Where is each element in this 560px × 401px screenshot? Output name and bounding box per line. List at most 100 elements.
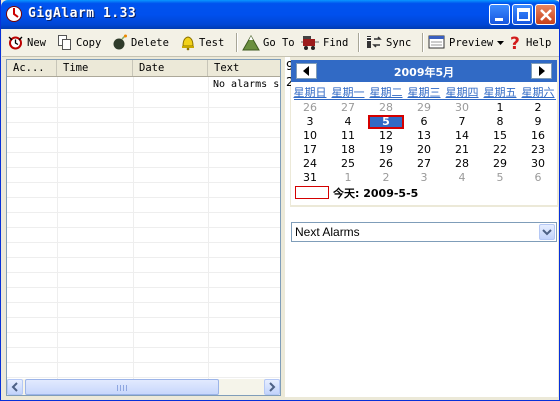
weekday-header: 星期六 bbox=[521, 86, 555, 99]
help-button[interactable]: ? Help bbox=[509, 32, 551, 53]
calendar-day[interactable]: 15 bbox=[481, 129, 519, 143]
copy-button[interactable]: Copy bbox=[57, 32, 101, 53]
grid-line bbox=[7, 137, 280, 138]
calendar-day[interactable]: 28 bbox=[367, 101, 405, 115]
calendar-day[interactable]: 22 bbox=[481, 143, 519, 157]
svg-text:?: ? bbox=[510, 34, 520, 51]
scroll-left-button[interactable] bbox=[7, 379, 23, 395]
column-header-date[interactable]: Date bbox=[133, 60, 208, 76]
dropdown-arrow-icon[interactable] bbox=[496, 34, 505, 51]
weekday-divider bbox=[294, 99, 556, 100]
calendar-day[interactable]: 8 bbox=[481, 115, 519, 129]
month-calendar[interactable]: 2009年5月 星期日 星期一 星期二 星期三 星期四 星期五 星期六 26 27 28 29 30… bbox=[291, 60, 557, 205]
grid-line bbox=[7, 287, 280, 288]
today-label[interactable]: 今天: 2009-5-5 bbox=[333, 185, 418, 201]
column-header-text[interactable]: Text bbox=[208, 60, 280, 76]
calendar-day[interactable]: 21 bbox=[443, 143, 481, 157]
next-month-button[interactable] bbox=[531, 63, 552, 79]
weekday-header: 星期三 bbox=[407, 86, 441, 99]
weekday-header: 星期二 bbox=[369, 86, 403, 99]
copy-label: Copy bbox=[76, 36, 102, 49]
calendar-day[interactable]: 24 bbox=[291, 157, 329, 171]
calendar-day[interactable]: 18 bbox=[329, 143, 367, 157]
help-label: Help bbox=[526, 36, 552, 49]
next-alarms-dropdown[interactable]: Next Alarms bbox=[291, 222, 557, 242]
calendar-day[interactable]: 13 bbox=[405, 129, 443, 143]
minimize-button[interactable] bbox=[489, 4, 510, 25]
calendar-day[interactable]: 14 bbox=[443, 129, 481, 143]
goto-button[interactable]: Go To bbox=[242, 32, 295, 53]
calendar-day[interactable]: 30 bbox=[519, 157, 557, 171]
app-window: GigAlarm 1.33 New Copy Delete Test Go To… bbox=[0, 0, 560, 401]
calendar-day[interactable]: 5 bbox=[481, 171, 519, 185]
calendar-day[interactable]: 6 bbox=[405, 115, 443, 129]
column-header-time[interactable]: Time bbox=[57, 60, 133, 76]
toolbar-separator bbox=[422, 33, 424, 52]
grid-line bbox=[7, 197, 280, 198]
calendar-day[interactable]: 9 bbox=[519, 115, 557, 129]
toolbar-separator bbox=[236, 33, 238, 52]
scroll-thumb[interactable] bbox=[25, 379, 219, 395]
calendar-day[interactable]: 23 bbox=[519, 143, 557, 157]
calendar-header: 2009年5月 bbox=[291, 60, 557, 82]
find-button[interactable]: Find bbox=[300, 32, 348, 53]
column-header-active[interactable]: Ac... bbox=[7, 60, 57, 76]
sync-label: Sync bbox=[386, 36, 412, 49]
title-bar[interactable]: GigAlarm 1.33 bbox=[1, 0, 559, 29]
calendar-day-selected[interactable]: 5 bbox=[368, 115, 404, 129]
calendar-day[interactable]: 26 bbox=[367, 157, 405, 171]
calendar-day[interactable]: 20 bbox=[405, 143, 443, 157]
new-button[interactable]: New bbox=[7, 32, 46, 53]
scroll-right-button[interactable] bbox=[264, 379, 280, 395]
chevron-down-icon[interactable] bbox=[539, 224, 555, 240]
calendar-day[interactable]: 2 bbox=[519, 101, 557, 115]
calendar-day[interactable]: 10 bbox=[291, 129, 329, 143]
calendar-day[interactable]: 12 bbox=[367, 129, 405, 143]
calendar-day[interactable]: 16 bbox=[519, 129, 557, 143]
calendar-day[interactable]: 3 bbox=[291, 115, 329, 129]
grid-line bbox=[7, 332, 280, 333]
close-button[interactable] bbox=[535, 4, 556, 25]
alarms-list[interactable]: Ac... Time Date Text No alarms s bbox=[6, 59, 281, 396]
month-label: 2009年5月 bbox=[393, 66, 455, 79]
calendar-day[interactable]: 27 bbox=[405, 157, 443, 171]
calendar-day[interactable]: 7 bbox=[443, 115, 481, 129]
calendar-day[interactable]: 1 bbox=[481, 101, 519, 115]
calendar-day[interactable]: 25 bbox=[329, 157, 367, 171]
calendar-day[interactable]: 4 bbox=[329, 115, 367, 129]
grid-line bbox=[7, 257, 280, 258]
new-alarm-icon bbox=[8, 36, 23, 50]
calendar-day[interactable]: 6 bbox=[519, 171, 557, 185]
calendar-day[interactable]: 3 bbox=[405, 171, 443, 185]
app-clock-icon bbox=[6, 6, 22, 22]
new-label: New bbox=[27, 36, 46, 49]
prev-month-button[interactable] bbox=[296, 63, 317, 79]
calendar-day[interactable]: 29 bbox=[481, 157, 519, 171]
calendar-day[interactable]: 27 bbox=[329, 101, 367, 115]
test-button[interactable]: Test bbox=[180, 32, 224, 53]
calendar-day[interactable]: 31 bbox=[291, 171, 329, 185]
grid-line bbox=[7, 167, 280, 168]
sync-icon bbox=[367, 36, 382, 48]
horizontal-scrollbar[interactable] bbox=[7, 379, 280, 395]
window-title: GigAlarm 1.33 bbox=[28, 6, 137, 21]
calendar-day[interactable]: 26 bbox=[291, 101, 329, 115]
calendar-day[interactable]: 28 bbox=[443, 157, 481, 171]
maximize-button[interactable] bbox=[512, 4, 533, 25]
help-icon: ? bbox=[510, 34, 520, 51]
calendar-day[interactable]: 19 bbox=[367, 143, 405, 157]
calendar-day[interactable]: 1 bbox=[329, 171, 367, 185]
sync-button[interactable]: Sync bbox=[366, 32, 411, 53]
calendar-day[interactable]: 29 bbox=[405, 101, 443, 115]
find-label: Find bbox=[323, 36, 349, 49]
preview-button[interactable]: Preview bbox=[428, 32, 508, 53]
delete-button[interactable]: Delete bbox=[112, 32, 169, 53]
grid-line bbox=[7, 377, 280, 378]
calendar-day[interactable]: 2 bbox=[367, 171, 405, 185]
calendar-day[interactable]: 30 bbox=[443, 101, 481, 115]
calendar-day[interactable]: 4 bbox=[443, 171, 481, 185]
truck-icon bbox=[301, 36, 319, 50]
weekday-header: 星期五 bbox=[483, 86, 517, 99]
calendar-day[interactable]: 11 bbox=[329, 129, 367, 143]
calendar-day[interactable]: 17 bbox=[291, 143, 329, 157]
